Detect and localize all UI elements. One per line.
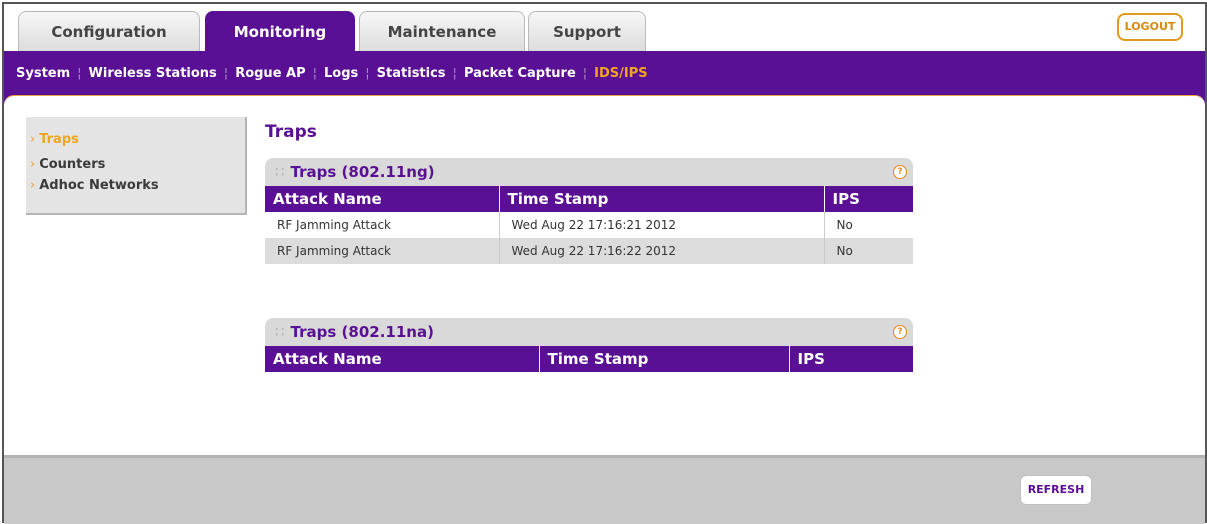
column-header-time-stamp: Time Stamp [499,186,825,212]
subnav-packet-capture[interactable]: Packet Capture [458,66,582,81]
subnav-system[interactable]: System [10,66,76,81]
sidebar-item-label: Counters [39,157,106,172]
footer-bar: REFRESH [4,455,1205,524]
sidebar-item-label: Traps [39,132,79,147]
drag-handle-icon: ∷ [275,163,285,181]
column-header-ips: IPS [789,346,913,372]
traps-ng-table: Attack Name Time Stamp IPS RF Jamming At… [265,186,913,264]
subnav-ids-ips[interactable]: IDS/IPS [588,66,653,81]
app-frame: Configuration Monitoring Maintenance Sup… [2,2,1207,524]
cell-attack-name: RF Jamming Attack [265,212,500,238]
subnav-statistics[interactable]: Statistics [371,66,452,81]
table-header-row: Attack Name Time Stamp IPS [265,186,913,212]
sidebar-item-adhoc-networks[interactable]: › Adhoc Networks [30,178,159,193]
page-title: Traps [265,122,317,142]
tab-configuration[interactable]: Configuration [18,11,200,51]
cell-time-stamp: Wed Aug 22 17:16:21 2012 [499,212,825,238]
traps-na-table: Attack Name Time Stamp IPS [265,346,913,372]
chevron-right-icon: › [30,157,36,172]
refresh-button[interactable]: REFRESH [1020,475,1092,505]
cell-ips: No [824,238,913,264]
column-header-ips: IPS [824,186,913,212]
traps-na-panel: ∷ Traps (802.11na) ? Attack Name Time Sta… [265,318,913,372]
panel-title: Traps (802.11na) [290,323,434,341]
logout-button[interactable]: LOGOUT [1117,13,1183,41]
panel-header: ∷ Traps (802.11na) ? [265,318,913,346]
help-icon[interactable]: ? [893,325,907,339]
tab-monitoring[interactable]: Monitoring [205,11,355,52]
cell-time-stamp: Wed Aug 22 17:16:22 2012 [499,238,825,264]
cell-attack-name: RF Jamming Attack [265,238,500,264]
sidebar-menu: › Traps › Counters › Adhoc Networks [26,117,247,215]
subnav-rogue-ap[interactable]: Rogue AP [229,66,311,81]
content-top-edge [4,95,1205,107]
help-icon[interactable]: ? [893,165,907,179]
drag-handle-icon: ∷ [275,323,285,341]
sub-navigation: System ¦ Wireless Stations ¦ Rogue AP ¦ … [4,51,1205,95]
column-header-attack-name: Attack Name [265,186,500,212]
sidebar-item-label: Adhoc Networks [39,178,159,193]
tab-support[interactable]: Support [528,11,646,51]
table-row: RF Jamming Attack Wed Aug 22 17:16:22 20… [265,238,913,264]
sidebar-item-counters[interactable]: › Counters [30,157,105,172]
column-header-time-stamp: Time Stamp [539,346,790,372]
sidebar-item-traps[interactable]: › Traps [30,132,79,147]
traps-ng-panel: ∷ Traps (802.11ng) ? Attack Name Time Sta… [265,158,913,264]
panel-title: Traps (802.11ng) [290,163,435,181]
cell-ips: No [836,218,853,232]
subnav-wireless-stations[interactable]: Wireless Stations [83,66,223,81]
table-header-row: Attack Name Time Stamp IPS [265,346,913,372]
subnav-logs[interactable]: Logs [318,66,364,81]
table-row: RF Jamming Attack Wed Aug 22 17:16:21 20… [265,212,913,238]
column-header-attack-name: Attack Name [265,346,540,372]
main-tabs: Configuration Monitoring Maintenance Sup… [4,4,1205,52]
tab-maintenance[interactable]: Maintenance [359,11,525,51]
panel-header: ∷ Traps (802.11ng) ? [265,158,913,186]
chevron-right-icon: › [30,178,36,193]
chevron-right-icon: › [30,132,36,147]
